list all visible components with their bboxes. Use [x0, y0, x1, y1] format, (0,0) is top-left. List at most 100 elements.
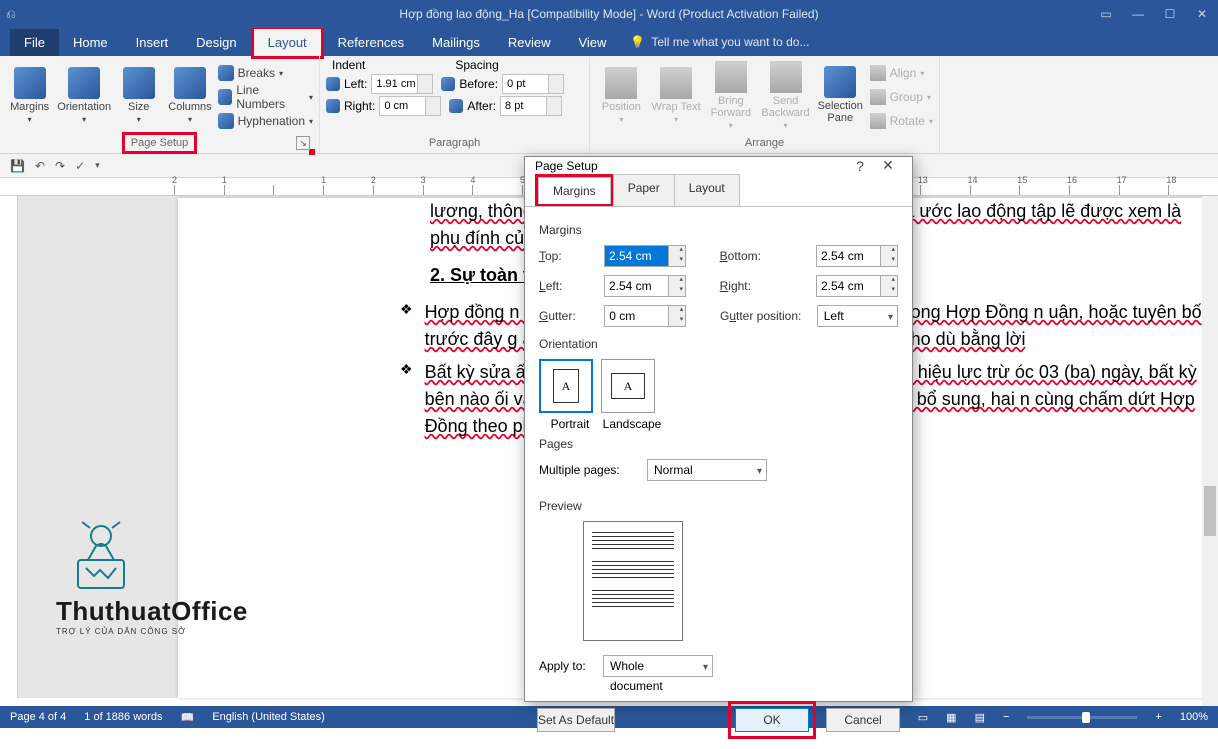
- tab-design[interactable]: Design: [182, 29, 250, 56]
- tab-home[interactable]: Home: [59, 29, 122, 56]
- gutter-input[interactable]: [604, 305, 686, 327]
- bullet-icon: ❖: [400, 299, 413, 353]
- tab-layout-dlg[interactable]: Layout: [674, 174, 740, 207]
- watermark-title: ThuthuatOffice: [56, 596, 248, 627]
- tab-view[interactable]: View: [564, 29, 620, 56]
- vertical-ruler[interactable]: [0, 196, 18, 698]
- breaks-button[interactable]: Breaks ▾: [218, 62, 313, 84]
- bring-forward-button: Bring Forward▾: [705, 58, 756, 132]
- window-controls: ▭ — ☐ ✕: [1096, 7, 1212, 21]
- indent-label: Indent: [332, 58, 365, 72]
- apply-to-select[interactable]: Whole document: [603, 655, 713, 677]
- spacing-label: Spacing: [455, 58, 498, 72]
- margins-section-label: Margins: [539, 223, 898, 237]
- page-setup-group-label: Page Setup: [122, 132, 198, 154]
- selection-pane-button[interactable]: Selection Pane: [815, 58, 866, 132]
- rotate-button: Rotate ▾: [870, 110, 933, 132]
- line-numbers-button[interactable]: Line Numbers ▾: [218, 86, 313, 108]
- spacing-after-input[interactable]: [500, 96, 562, 116]
- portrait-label: Portrait: [539, 417, 601, 431]
- minimize-icon[interactable]: —: [1128, 7, 1148, 21]
- tell-me-search[interactable]: 💡Tell me what you want to do...: [620, 35, 809, 49]
- columns-button[interactable]: Columns▾: [166, 58, 213, 132]
- dialog-title: Page Setup: [535, 159, 598, 173]
- spellcheck-status-icon[interactable]: 📖: [181, 711, 195, 724]
- group-button: Group ▾: [870, 86, 933, 108]
- watermark-subtitle: TRỢ LÝ CỦA DÂN CÔNG SỞ: [56, 627, 248, 636]
- tab-paper[interactable]: Paper: [613, 174, 675, 207]
- spellcheck-icon[interactable]: ✓: [75, 159, 85, 173]
- status-page[interactable]: Page 4 of 4: [10, 711, 66, 723]
- zoom-level[interactable]: 100%: [1180, 711, 1208, 723]
- preview-section-label: Preview: [539, 499, 898, 513]
- tab-mailings[interactable]: Mailings: [418, 29, 494, 56]
- margin-left-input[interactable]: [604, 275, 686, 297]
- margin-bottom-input[interactable]: [816, 245, 898, 267]
- watermark-logo: ThuthuatOffice TRỢ LÝ CỦA DÂN CÔNG SỞ: [56, 520, 248, 636]
- orientation-portrait[interactable]: A: [539, 359, 593, 413]
- redo-icon[interactable]: ↷: [55, 159, 65, 173]
- page-setup-dialog: Page Setup ? ✕ Margins Paper Layout Marg…: [524, 156, 913, 702]
- status-words[interactable]: 1 of 1886 words: [84, 711, 162, 723]
- web-layout-icon[interactable]: ▤: [975, 711, 985, 724]
- ok-button[interactable]: OK: [735, 708, 809, 732]
- lightbulb-icon: 💡: [630, 35, 645, 49]
- orientation-section-label: Orientation: [539, 337, 898, 351]
- undo-icon[interactable]: ↶: [35, 159, 45, 173]
- save-icon[interactable]: 💾: [10, 159, 25, 173]
- size-button[interactable]: Size▾: [115, 58, 162, 132]
- cancel-button[interactable]: Cancel: [826, 708, 900, 732]
- menu-bar: File Home Insert Design Layout Reference…: [0, 28, 1218, 56]
- pages-section-label: Pages: [539, 437, 898, 451]
- tab-margins[interactable]: Margins: [538, 177, 611, 204]
- page-setup-dialog-launcher[interactable]: ↘: [296, 136, 310, 150]
- preview-box: [583, 521, 683, 641]
- orientation-landscape[interactable]: A: [601, 359, 655, 413]
- landscape-label: Landscape: [601, 417, 663, 431]
- hyphenation-button[interactable]: Hyphenation ▾: [218, 110, 313, 132]
- zoom-out-icon[interactable]: −: [1003, 711, 1009, 723]
- dialog-tabs: Margins Paper Layout: [535, 174, 902, 207]
- spacing-before-input[interactable]: [502, 74, 564, 94]
- chevron-down-icon: ▾: [82, 115, 86, 124]
- chevron-down-icon: ▾: [137, 115, 141, 124]
- send-backward-button: Send Backward▾: [760, 58, 811, 132]
- indent-left-input[interactable]: [371, 74, 433, 94]
- indent-right-input[interactable]: [379, 96, 441, 116]
- tab-review[interactable]: Review: [494, 29, 565, 56]
- margin-right-input[interactable]: [816, 275, 898, 297]
- window-title: Hợp đồng lao động_Ha [Compatibility Mode…: [399, 7, 818, 21]
- dialog-help-icon[interactable]: ?: [846, 158, 874, 174]
- close-icon[interactable]: ✕: [1192, 7, 1212, 21]
- set-as-default-button[interactable]: Set As Default: [537, 708, 615, 732]
- align-button: Align ▾: [870, 62, 933, 84]
- tab-file[interactable]: File: [10, 29, 59, 56]
- tab-references[interactable]: References: [324, 29, 418, 56]
- maximize-icon[interactable]: ☐: [1160, 7, 1180, 21]
- arrange-group-label: Arrange: [596, 135, 933, 153]
- margin-top-input[interactable]: [604, 245, 686, 267]
- vertical-scrollbar[interactable]: [1202, 196, 1218, 706]
- zoom-slider[interactable]: [1027, 716, 1137, 719]
- orientation-button[interactable]: Orientation▾: [57, 58, 111, 132]
- chevron-down-icon: ▾: [28, 115, 32, 124]
- dialog-title-bar: Page Setup ? ✕: [525, 157, 912, 174]
- print-layout-icon[interactable]: ▦: [946, 711, 956, 724]
- status-language[interactable]: English (United States): [212, 711, 325, 723]
- customize-qat-icon[interactable]: ▾: [95, 160, 100, 171]
- position-button: Position▾: [596, 58, 647, 132]
- ribbon-collapse-icon[interactable]: ▭: [1096, 7, 1116, 21]
- tab-insert[interactable]: Insert: [122, 29, 183, 56]
- paragraph-group-label: Paragraph: [326, 135, 583, 153]
- zoom-in-icon[interactable]: +: [1155, 711, 1161, 723]
- multiple-pages-select[interactable]: Normal: [647, 459, 767, 481]
- tab-layout[interactable]: Layout: [254, 29, 321, 56]
- wrap-text-button: Wrap Text▾: [651, 58, 702, 132]
- gutter-position-select[interactable]: Left: [817, 305, 898, 327]
- read-mode-icon[interactable]: ▭: [918, 711, 928, 724]
- margins-button[interactable]: Margins▾: [6, 58, 53, 132]
- qat-left-icon: ⎌: [6, 7, 16, 22]
- chevron-down-icon: ▾: [188, 115, 192, 124]
- dialog-close-icon[interactable]: ✕: [874, 157, 902, 174]
- title-bar: ⎌ Hợp đồng lao động_Ha [Compatibility Mo…: [0, 0, 1218, 28]
